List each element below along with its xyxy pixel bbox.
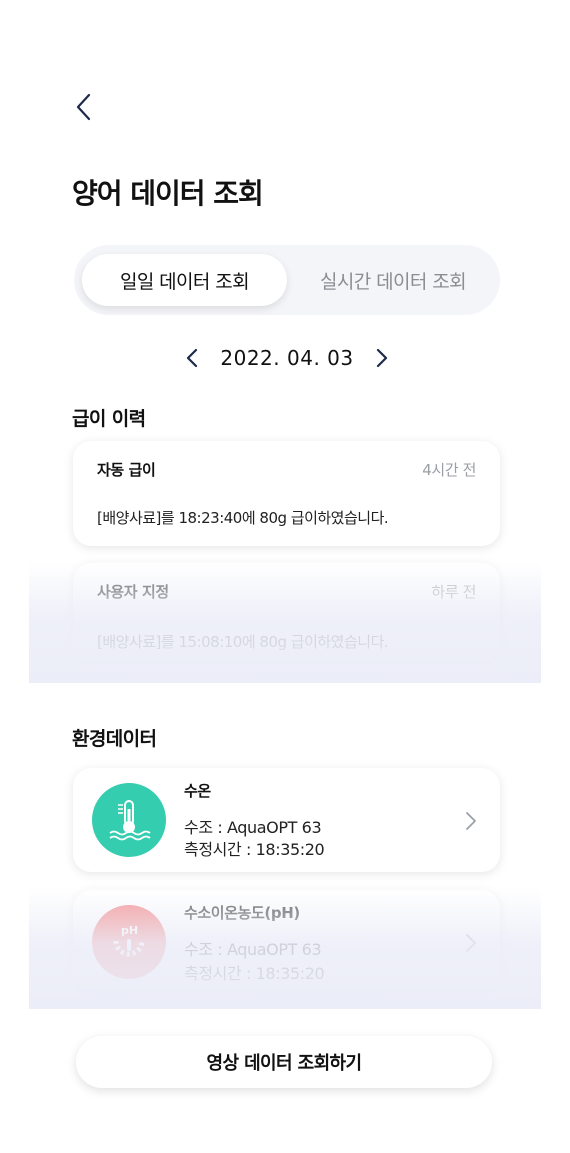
env-item-measured-time: 측정시간 : 18:35:20 <box>184 964 325 983</box>
feeding-type: 자동 급이 <box>97 461 156 479</box>
env-item-tank: 수조 : AquaOPT 63 <box>184 818 322 837</box>
view-mode-tabs: 일일 데이터 조회 실시간 데이터 조회 <box>74 245 500 315</box>
feeding-history-item[interactable]: 자동 급이 4시간 전 [배양사료]를 18:23:40에 80g 급이하였습니… <box>73 441 500 546</box>
env-item-name: 수소이온농도(pH) <box>184 904 300 922</box>
chevron-right-icon <box>466 812 476 830</box>
feeding-type: 사용자 지정 <box>97 583 169 601</box>
feeding-message: [배양사료]를 15:08:10에 80g 급이하였습니다. <box>97 633 389 651</box>
page-title: 양어 데이터 조회 <box>72 177 264 210</box>
feeding-history-title: 급이 이력 <box>72 408 146 430</box>
feeding-time-ago: 하루 전 <box>431 583 476 601</box>
env-item-name: 수온 <box>184 782 211 800</box>
chevron-right-icon <box>376 348 388 368</box>
chevron-left-icon <box>186 348 198 368</box>
back-button[interactable] <box>68 90 98 124</box>
env-item-ph[interactable]: pH 수소이온농도(pH) 수조 : AquaOPT 63 측정시간 : 18:… <box>73 890 500 990</box>
current-date: 2022. 04. 03 <box>220 346 354 370</box>
environment-title: 환경데이터 <box>72 728 157 750</box>
env-item-tank: 수조 : AquaOPT 63 <box>184 940 322 959</box>
next-date-button[interactable] <box>370 343 394 373</box>
date-navigator: 2022. 04. 03 <box>180 342 394 374</box>
thermometer-water-icon <box>92 783 166 857</box>
chevron-left-icon <box>76 93 91 121</box>
feeding-message: [배양사료]를 18:23:40에 80g 급이하였습니다. <box>97 509 389 527</box>
feeding-history-item[interactable]: 사용자 지정 하루 전 [배양사료]를 15:08:10에 80g 급이하였습니… <box>73 563 500 661</box>
tab-realtime-data[interactable]: 실시간 데이터 조회 <box>294 254 492 306</box>
view-video-data-button[interactable]: 영상 데이터 조회하기 <box>76 1036 492 1088</box>
prev-date-button[interactable] <box>180 343 204 373</box>
env-item-water-temp[interactable]: 수온 수조 : AquaOPT 63 측정시간 : 18:35:20 <box>73 768 500 872</box>
svg-text:pH: pH <box>121 924 138 937</box>
feeding-time-ago: 4시간 전 <box>422 461 476 479</box>
tab-daily-data[interactable]: 일일 데이터 조회 <box>82 254 287 306</box>
ph-gauge-icon: pH <box>92 905 166 979</box>
env-item-measured-time: 측정시간 : 18:35:20 <box>184 840 325 859</box>
chevron-right-icon <box>466 934 476 952</box>
